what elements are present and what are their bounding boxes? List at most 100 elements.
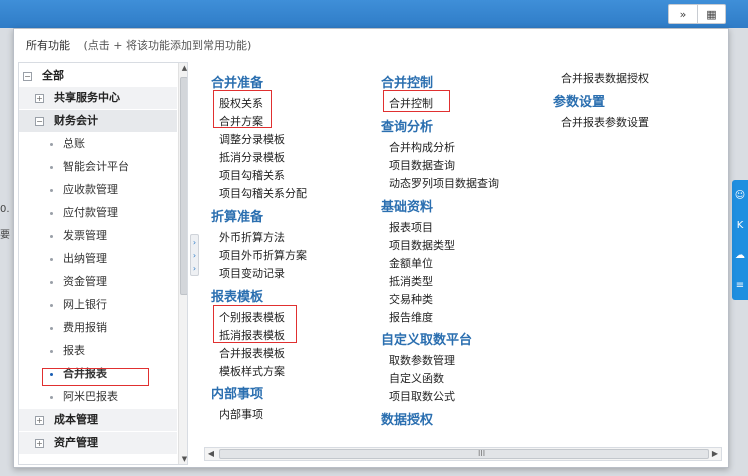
scroll-left-icon[interactable]: ◀ — [205, 448, 217, 460]
func-transaction-type[interactable]: 交易种类 — [389, 291, 433, 307]
func-composition-analysis[interactable]: 合并构成分析 — [389, 139, 455, 155]
tree-group-assets[interactable]: + 资产管理 — [19, 432, 177, 454]
func-item-data-query[interactable]: 项目数据查询 — [389, 157, 455, 173]
func-fetch-param-management[interactable]: 取数参数管理 — [389, 352, 455, 368]
category-custom-fetch-platform: 自定义取数平台 — [381, 333, 473, 348]
top-app-bar: » ▦ — [0, 0, 748, 28]
func-amount-unit[interactable]: 金额单位 — [389, 255, 433, 271]
right-tool-rail: ☺ K ☁ ≡ — [732, 180, 748, 300]
tree-group-cost[interactable]: + 成本管理 — [19, 409, 177, 431]
collapse-icon[interactable]: − — [23, 71, 32, 81]
func-report-items[interactable]: 报表项目 — [389, 219, 433, 235]
tree-item-label: 合并报表 — [63, 367, 107, 380]
tree-item-funds[interactable]: 资金管理 — [50, 271, 107, 293]
tree-root[interactable]: − 全部 — [23, 65, 64, 87]
category-consolidation-prep: 合并准备 — [211, 76, 264, 91]
scroll-down-icon[interactable]: ▼ — [179, 454, 187, 464]
tree-item-payables[interactable]: 应付款管理 — [50, 202, 118, 224]
func-individual-report-template[interactable]: 个别报表模板 — [219, 309, 285, 325]
function-tree: − 全部 + 共享服务中心 − 财务会计 总账 智能会计平台 应收款管理 应付款管理 … — [18, 62, 188, 465]
tree-item-reports[interactable]: 报表 — [50, 340, 85, 362]
cloud-icon[interactable]: ☁ — [735, 250, 745, 261]
top-button-group: » ▦ — [668, 4, 726, 24]
tree-item-label: 应付款管理 — [63, 206, 118, 219]
func-item-fetch-formula[interactable]: 项目取数公式 — [389, 388, 455, 404]
func-consolidated-param-settings[interactable]: 合并报表参数设置 — [561, 114, 649, 130]
chevron-right-icon[interactable]: › — [191, 236, 198, 249]
func-internal-matters[interactable]: 内部事项 — [219, 406, 263, 422]
tree-item-label: 阿米巴报表 — [63, 390, 118, 403]
scroll-up-icon[interactable]: ▲ — [179, 63, 187, 74]
func-item-check-allocation[interactable]: 项目勾稽关系分配 — [219, 185, 307, 201]
background-text: 要 — [0, 230, 10, 241]
k-icon[interactable]: K — [737, 220, 744, 231]
tree-item-label: 总账 — [63, 137, 85, 150]
tree-scroll-thumb[interactable] — [180, 77, 187, 295]
collapse-icon[interactable]: − — [35, 116, 44, 126]
robot-icon[interactable]: ☺ — [735, 190, 745, 201]
tree-item-online-bank[interactable]: 网上银行 — [50, 294, 107, 316]
content-scroll-thumb[interactable]: III — [219, 449, 709, 459]
func-report-dimension[interactable]: 报告维度 — [389, 309, 433, 325]
func-elimination-type[interactable]: 抵消类型 — [389, 273, 433, 289]
all-functions-popup: 所有功能 (点击 + 将该功能添加到常用功能) − 全部 + 共享服务中心 − 财务会… — [13, 28, 729, 468]
func-item-fx-plan[interactable]: 项目外币折算方案 — [219, 247, 307, 263]
grid-icon[interactable]: ▦ — [697, 5, 725, 23]
database-icon[interactable]: ≡ — [736, 280, 744, 291]
expand-icon[interactable]: + — [35, 93, 44, 103]
tree-scrollbar[interactable]: ▲ ▼ — [178, 63, 187, 464]
popup-hint: (点击 + 将该功能添加到常用功能) — [83, 39, 252, 52]
content-horizontal-scrollbar[interactable]: ◀ III ▶ — [204, 447, 722, 461]
chevron-right-icon[interactable]: › — [191, 249, 198, 262]
expand-icon[interactable]: + — [35, 438, 44, 448]
category-internal-matters: 内部事项 — [211, 387, 264, 402]
tree-item-consolidated-reports[interactable]: 合并报表 — [50, 363, 107, 385]
func-item-data-type[interactable]: 项目数据类型 — [389, 237, 455, 253]
tree-group-label: 共享服务中心 — [54, 91, 120, 104]
func-custom-function[interactable]: 自定义函数 — [389, 370, 444, 386]
chevron-right-icon[interactable]: › — [191, 262, 198, 275]
category-consolidation-control: 合并控制 — [381, 76, 434, 91]
expand-icon[interactable]: » — [669, 5, 697, 23]
tree-item-label: 出纳管理 — [63, 252, 107, 265]
func-adjust-entry-template[interactable]: 调整分录模板 — [219, 131, 285, 147]
tree-item-label: 资金管理 — [63, 275, 107, 288]
category-report-templates: 报表模板 — [211, 290, 264, 305]
func-item-change-record[interactable]: 项目变动记录 — [219, 265, 285, 281]
tree-item-invoices[interactable]: 发票管理 — [50, 225, 107, 247]
tree-item-label: 发票管理 — [63, 229, 107, 242]
category-query-analysis: 查询分析 — [381, 120, 434, 135]
scroll-grip: III — [478, 449, 486, 458]
tree-item-cashier[interactable]: 出纳管理 — [50, 248, 107, 270]
category-data-authorization: 数据授权 — [381, 413, 434, 428]
func-equity-relation[interactable]: 股权关系 — [219, 95, 263, 111]
tree-item-label: 智能会计平台 — [63, 160, 129, 173]
category-translation-prep: 折算准备 — [211, 210, 264, 225]
expand-icon[interactable]: + — [35, 415, 44, 425]
tree-group-label: 成本管理 — [54, 413, 98, 426]
tree-item-expense[interactable]: 费用报销 — [50, 317, 107, 339]
func-item-check-relation[interactable]: 项目勾稽关系 — [219, 167, 285, 183]
category-basic-data: 基础资料 — [381, 200, 434, 215]
popup-header: 所有功能 (点击 + 将该功能添加到常用功能) — [26, 37, 251, 53]
category-parameter-settings: 参数设置 — [553, 95, 606, 110]
func-template-style-plan[interactable]: 模板样式方案 — [219, 363, 285, 379]
func-consolidation-control[interactable]: 合并控制 — [389, 95, 433, 111]
tree-group-label: 财务会计 — [54, 114, 98, 127]
tree-item-amoeba-reports[interactable]: 阿米巴报表 — [50, 386, 118, 408]
tree-group-shared-service[interactable]: + 共享服务中心 — [19, 87, 177, 109]
func-consolidated-data-authorization[interactable]: 合并报表数据授权 — [561, 70, 649, 86]
tree-item-smart-accounting[interactable]: 智能会计平台 — [50, 156, 129, 178]
func-fx-translation-method[interactable]: 外币折算方法 — [219, 229, 285, 245]
func-consolidation-plan[interactable]: 合并方案 — [219, 113, 263, 129]
tree-item-receivables[interactable]: 应收款管理 — [50, 179, 118, 201]
func-elimination-report-template[interactable]: 抵消报表模板 — [219, 327, 285, 343]
func-dynamic-item-data-query[interactable]: 动态罗列项目数据查询 — [389, 175, 499, 191]
tree-group-label: 资产管理 — [54, 436, 98, 449]
func-elimination-entry-template[interactable]: 抵消分录模板 — [219, 149, 285, 165]
scroll-right-icon[interactable]: ▶ — [709, 448, 721, 460]
tree-group-finance[interactable]: − 财务会计 — [19, 110, 177, 132]
panel-splitter[interactable]: › › › — [190, 234, 199, 276]
func-consolidated-report-template[interactable]: 合并报表模板 — [219, 345, 285, 361]
tree-item-general-ledger[interactable]: 总账 — [50, 133, 85, 155]
